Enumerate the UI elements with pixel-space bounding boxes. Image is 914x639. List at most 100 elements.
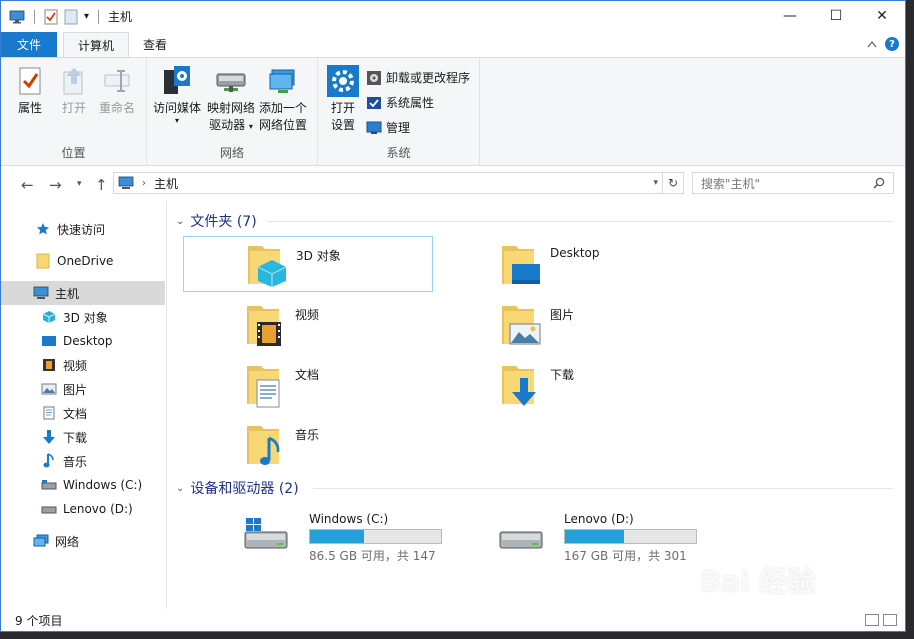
nav-item-desktop[interactable]: Desktop — [1, 329, 165, 353]
close-button[interactable]: ✕ — [859, 1, 905, 31]
tab-computer[interactable]: 计算机 — [63, 32, 130, 57]
search-icon[interactable] — [873, 177, 885, 189]
ribbon-tabs: 文件 计算机 查看 ? — [1, 32, 905, 57]
forward-arrow-icon[interactable]: → — [49, 176, 62, 194]
help-icon[interactable]: ? — [885, 37, 899, 51]
breadcrumb-separator-icon[interactable]: › — [142, 178, 146, 189]
customize-toolbar-chevron-icon[interactable]: ▾ — [84, 11, 89, 22]
nav-item-network[interactable]: 网络 — [1, 529, 165, 553]
drive-name: Windows (C:) — [309, 512, 389, 526]
picture-icon — [41, 383, 57, 395]
nav-item-onedrive[interactable]: OneDrive — [1, 249, 165, 273]
folder-downloads[interactable]: 下载 — [438, 356, 688, 412]
group-label-location: 位置 — [61, 146, 86, 160]
view-switcher — [865, 614, 897, 626]
open-button[interactable]: 打开 — [57, 64, 91, 117]
computer-icon — [9, 10, 25, 23]
access-media-chevron-icon: ▾ — [175, 116, 180, 125]
back-arrow-icon[interactable]: ← — [21, 176, 34, 194]
chevron-down-icon[interactable]: ⌄ — [176, 216, 184, 227]
open-icon — [63, 68, 83, 95]
drive-usage-fill — [565, 530, 624, 543]
network-icon — [33, 534, 49, 547]
nav-item-drive-c[interactable]: Windows (C:) — [1, 473, 165, 497]
folder-desktop[interactable]: Desktop — [438, 236, 688, 292]
drive-d[interactable]: Lenovo (D:) 167 GB 可用，共 301 — [438, 510, 698, 563]
folder-name: 视频 — [295, 308, 320, 322]
folder-documents[interactable]: 文档 — [183, 356, 433, 412]
drive-c[interactable]: Windows (C:) 86.5 GB 可用，共 147 — [183, 510, 443, 563]
folders-section-header[interactable]: ⌄ 文件夹 (7) — [176, 211, 257, 231]
document-icon — [43, 406, 55, 420]
refresh-icon: ↻ — [667, 176, 679, 190]
open-settings-label-line1: 打开 — [330, 101, 355, 115]
folder-3d-objects[interactable]: 3D 对象 — [183, 236, 433, 292]
minimize-button[interactable]: — — [767, 1, 813, 31]
breadcrumb-current[interactable]: 主机 — [154, 175, 178, 192]
nav-item-downloads[interactable]: 下载 — [1, 425, 165, 449]
nav-item-quick-access[interactable]: 快速访问 — [1, 217, 165, 241]
drive-icon — [41, 480, 57, 490]
maximize-button[interactable]: ☐ — [813, 1, 859, 31]
rename-label: 重命名 — [99, 101, 136, 115]
folder-name: 下载 — [550, 368, 575, 382]
nav-label: 3D 对象 — [63, 310, 108, 325]
computer-icon — [33, 286, 49, 299]
drives-section-title: 设备和驱动器 (2) — [190, 481, 299, 497]
nav-label: 网络 — [55, 534, 80, 549]
chevron-up-icon[interactable] — [867, 40, 877, 48]
nav-item-documents[interactable]: 文档 — [1, 401, 165, 425]
media-icon — [164, 66, 190, 94]
add-network-location-button[interactable]: 添加一个 网络位置 — [259, 64, 307, 134]
recent-locations-chevron-icon[interactable]: ▾ — [77, 179, 82, 189]
folder-videos[interactable]: 视频 — [183, 296, 433, 352]
open-settings-button[interactable]: 打开 设置 — [326, 64, 360, 134]
section-divider — [313, 488, 893, 489]
folder-name: 音乐 — [295, 428, 320, 442]
ribbon-group-location: 属性 打开 重命名 位置 — [1, 58, 147, 165]
rename-button[interactable]: 重命名 — [99, 64, 135, 117]
nav-item-this-pc[interactable]: 主机 — [1, 281, 165, 305]
picture-folder-icon — [502, 306, 541, 345]
folder-pictures[interactable]: 图片 — [438, 296, 688, 352]
nav-item-drive-d[interactable]: Lenovo (D:) — [1, 497, 165, 521]
access-media-button[interactable]: 访问媒体 ▾ — [153, 64, 201, 125]
new-folder-icon[interactable] — [64, 9, 78, 25]
uninstall-programs-button[interactable]: 卸载或更改程序 — [366, 69, 470, 86]
nav-item-pictures[interactable]: 图片 — [1, 377, 165, 401]
nav-item-videos[interactable]: 视频 — [1, 353, 165, 377]
search-input[interactable]: 搜索"主机" — [692, 172, 894, 194]
music-folder-icon — [247, 426, 280, 465]
cube-icon — [42, 311, 56, 323]
details-view-icon[interactable] — [865, 614, 879, 626]
network-location-icon — [269, 69, 295, 93]
properties-check-icon[interactable] — [44, 9, 58, 25]
up-arrow-icon[interactable]: ↑ — [95, 176, 108, 194]
drives-section-header[interactable]: ⌄ 设备和驱动器 (2) — [176, 478, 299, 498]
nav-label: Windows (C:) — [63, 478, 143, 492]
properties-button[interactable]: 属性 — [13, 64, 47, 117]
manage-button[interactable]: 管理 — [366, 119, 410, 136]
desktop-icon — [42, 336, 56, 346]
large-icons-view-icon[interactable] — [883, 614, 897, 626]
address-bar[interactable]: › 主机 ▾ — [113, 172, 663, 194]
folder-music[interactable]: 音乐 — [183, 416, 433, 472]
nav-item-music[interactable]: 音乐 — [1, 449, 165, 473]
ribbon-group-system: 打开 设置 卸载或更改程序 系统属性 管理 系统 — [318, 58, 480, 165]
refresh-button[interactable]: ↻ — [662, 172, 684, 194]
address-dropdown-chevron-icon[interactable]: ▾ — [653, 178, 658, 188]
chevron-down-icon[interactable]: ⌄ — [176, 483, 184, 494]
tab-file[interactable]: 文件 — [1, 32, 57, 57]
system-properties-label: 系统属性 — [386, 96, 435, 110]
tab-view[interactable]: 查看 — [129, 32, 181, 57]
system-properties-button[interactable]: 系统属性 — [366, 94, 434, 111]
folders-section-title: 文件夹 (7) — [190, 214, 257, 230]
download-folder-icon — [502, 366, 536, 406]
toolbar-divider — [34, 9, 35, 24]
nav-label: Desktop — [63, 334, 113, 348]
folder-icon — [36, 253, 50, 269]
map-network-drive-button[interactable]: 映射网络 驱动器 ▾ — [207, 64, 255, 135]
nav-item-3d-objects[interactable]: 3D 对象 — [1, 305, 165, 329]
ribbon-right-controls: ? — [867, 37, 899, 51]
nav-label: 音乐 — [63, 454, 88, 469]
